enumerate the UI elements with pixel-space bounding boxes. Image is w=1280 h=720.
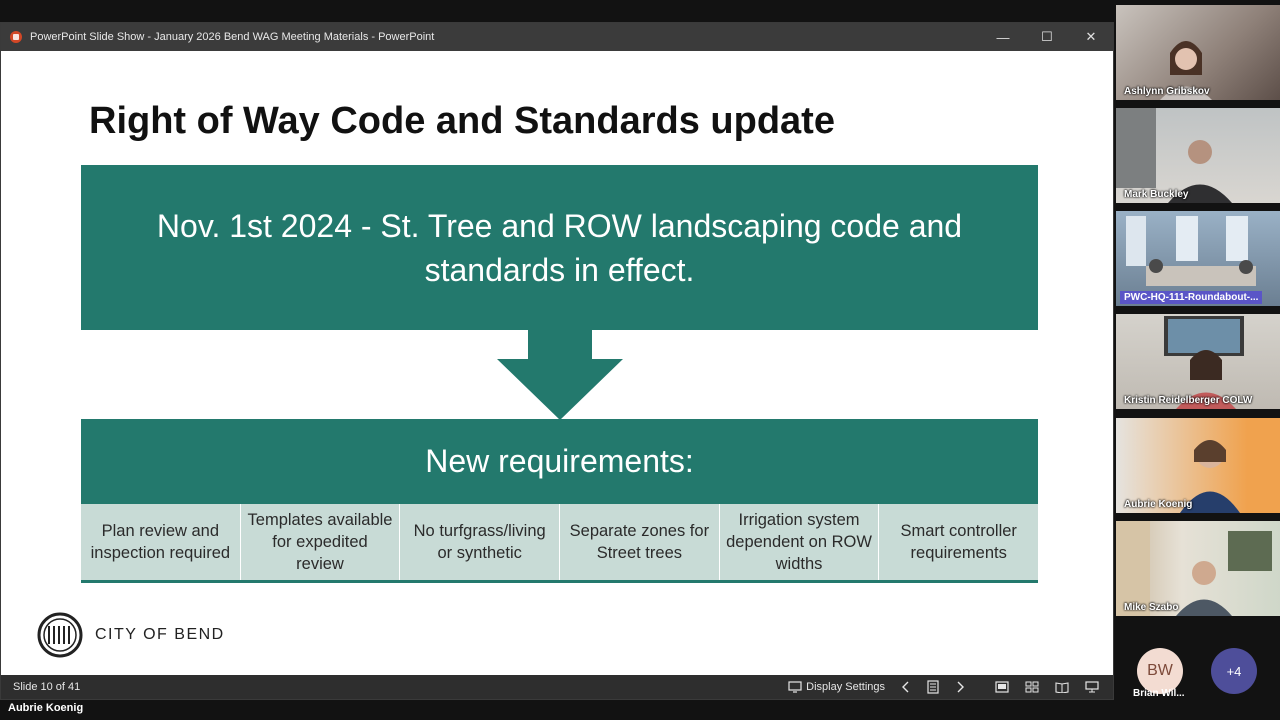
requirement-item: Smart controller requirements	[900, 522, 1017, 562]
participant-tile[interactable]: Mark Buckley	[1116, 108, 1280, 203]
participant-tile[interactable]: Mike Szabo	[1116, 521, 1280, 616]
minimize-button[interactable]: —	[981, 23, 1025, 51]
meeting-stage: PowerPoint Slide Show - January 2026 Ben…	[0, 0, 1280, 720]
city-name: CITY OF BEND	[95, 626, 225, 643]
slide-list-button[interactable]	[927, 680, 939, 694]
participant-tile[interactable]: Aubrie Koenig	[1116, 418, 1280, 513]
book-icon	[1055, 682, 1069, 693]
normal-view-icon	[995, 681, 1009, 693]
requirement-item: Plan review and inspection required	[81, 504, 241, 580]
city-logo: CITY OF BEND	[37, 612, 225, 658]
display-settings-label: Display Settings	[806, 681, 885, 693]
maximize-button[interactable]: ☐	[1025, 23, 1069, 51]
effective-date-banner: Nov. 1st 2024 - St. Tree and ROW landsca…	[81, 165, 1038, 330]
requirement-item: Templates available for expedited review	[241, 504, 401, 580]
slideshow-status-bar: Slide 10 of 41 Display Settings	[1, 675, 1113, 699]
presentation-icon	[1085, 681, 1099, 693]
participant-tile[interactable]: Ashlynn Gribskov	[1116, 5, 1280, 100]
avatar-participant-name: Brian Wil...	[1133, 688, 1185, 699]
participant-name: Ashlynn Gribskov	[1124, 86, 1210, 97]
city-seal-icon	[37, 612, 83, 658]
close-button[interactable]: ✕	[1069, 23, 1113, 51]
requirement-item: Separate zones for Street trees	[560, 504, 720, 580]
requirements-heading: New requirements:	[81, 419, 1038, 504]
title-bar: PowerPoint Slide Show - January 2026 Ben…	[1, 23, 1113, 51]
powerpoint-window: PowerPoint Slide Show - January 2026 Ben…	[0, 22, 1114, 700]
notes-icon	[927, 680, 939, 694]
participant-name: Mark Buckley	[1124, 189, 1189, 200]
participant-tile[interactable]: Kristin Reidelberger COLW	[1116, 314, 1280, 409]
normal-view-button[interactable]	[995, 681, 1009, 693]
requirement-item: No turfgrass/living or synthetic	[400, 504, 561, 580]
powerpoint-icon	[10, 31, 22, 43]
slideshow-controls: Display Settings	[772, 675, 1099, 699]
requirements-row: Plan review and inspection required Temp…	[81, 504, 1038, 583]
more-participants-button[interactable]: +4	[1211, 648, 1257, 694]
participant-name: Mike Szabo	[1124, 602, 1179, 613]
window-controls: — ☐ ✕	[981, 23, 1113, 51]
grid-icon	[1025, 681, 1039, 693]
participant-name: PWC-HQ-111-Roundabout-...	[1120, 291, 1263, 304]
chevron-left-icon	[902, 681, 909, 693]
participant-name: Aubrie Koenig	[1124, 499, 1193, 510]
participant-tile[interactable]: PWC-HQ-111-Roundabout-...	[1116, 211, 1280, 306]
slide-canvas[interactable]: Right of Way Code and Standards update N…	[3, 52, 1113, 676]
window-title: PowerPoint Slide Show - January 2026 Ben…	[30, 31, 435, 43]
participant-name: Kristin Reidelberger COLW	[1124, 395, 1253, 406]
requirement-item: Irrigation system dependent on ROW width…	[720, 504, 880, 580]
chevron-right-icon	[957, 681, 964, 693]
previous-slide-button[interactable]	[901, 681, 911, 693]
reading-view-button[interactable]	[1055, 681, 1069, 693]
slide-sorter-button[interactable]	[1025, 681, 1039, 693]
down-arrow-icon	[497, 330, 623, 420]
presenter-label: Aubrie Koenig	[8, 702, 84, 714]
slideshow-view-button[interactable]	[1085, 681, 1099, 693]
slide-counter: Slide 10 of 41	[13, 681, 81, 693]
next-slide-button[interactable]	[955, 681, 965, 693]
monitor-icon	[788, 681, 802, 693]
display-settings-button[interactable]: Display Settings	[788, 681, 885, 693]
slide-title: Right of Way Code and Standards update	[89, 100, 835, 142]
